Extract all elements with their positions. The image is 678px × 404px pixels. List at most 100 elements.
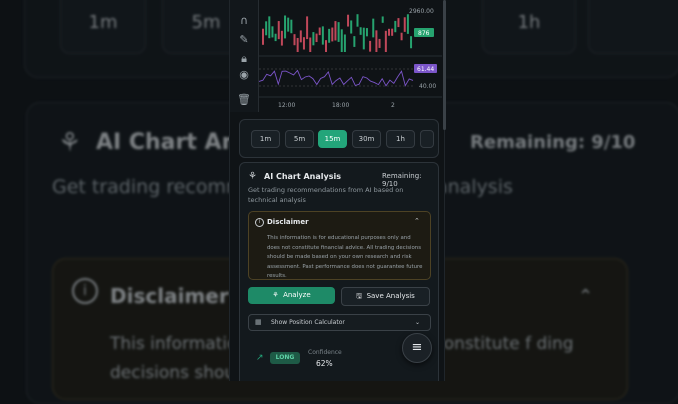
- candle: [306, 16, 309, 40]
- brain-icon: ⚘: [248, 171, 257, 182]
- price-chart[interactable]: 2960.00 876 61.44 40.00 12:00 18:00 2: [258, 0, 442, 112]
- candle: [315, 33, 318, 43]
- candle: [381, 16, 384, 23]
- candles-group: [262, 14, 413, 52]
- candle: [318, 27, 321, 36]
- menu-fab-button[interactable]: ≡: [402, 333, 432, 363]
- time-label-2: 18:00: [332, 102, 349, 109]
- candle: [296, 37, 299, 52]
- candle: [410, 36, 413, 49]
- chart-svg: 2960.00 876 61.44 40.00 12:00 18:00 2: [258, 8, 442, 109]
- candle: [391, 28, 394, 36]
- candle: [356, 14, 359, 27]
- rsi-level-label: 40.00: [419, 83, 436, 90]
- magnet-icon[interactable]: ∩: [236, 14, 252, 28]
- ai-title: AI Chart Analysis: [264, 172, 341, 181]
- brain-small-icon: ⚘: [272, 291, 284, 299]
- candle: [337, 22, 340, 42]
- ruler-icon[interactable]: ✎: [236, 33, 252, 47]
- chevron-up-icon[interactable]: ⌃: [414, 217, 420, 225]
- candle: [388, 28, 390, 36]
- candle: [287, 17, 290, 32]
- save-icon: 🖫︎: [356, 292, 367, 300]
- scrollbar[interactable]: [443, 0, 446, 130]
- candle: [299, 30, 302, 43]
- confidence-label: Confidence: [308, 349, 342, 356]
- tf-button-1m[interactable]: 1m: [251, 130, 280, 148]
- timeframe-selector: 1m 5m 15m 30m 1h: [239, 119, 439, 158]
- drawing-toolbar: ∩ ✎ 🔒︎ ◉ 🗑︎: [230, 0, 259, 112]
- candle: [394, 20, 397, 33]
- tf-button-1h[interactable]: 1h: [386, 130, 415, 148]
- tf-button-30m[interactable]: 30m: [352, 130, 381, 148]
- candle: [362, 27, 365, 50]
- bg-remaining: Remaining: 9/10: [470, 132, 636, 153]
- confidence-value: 62%: [316, 359, 333, 368]
- save-analysis-button[interactable]: 🖫︎ Save Analysis: [341, 287, 430, 306]
- candle: [397, 18, 400, 28]
- chevron-down-icon: ⌄: [415, 319, 421, 326]
- bg-chevron-up-icon: ⌃: [578, 286, 594, 307]
- analyze-button[interactable]: ⚘ Analyze: [248, 287, 335, 304]
- phone-screen: ∩ ✎ 🔒︎ ◉ 🗑︎ 2960.00 876 61.44 40.00 12:0…: [229, 0, 445, 381]
- rsi-tag: 61.44: [417, 66, 434, 73]
- candle: [284, 15, 287, 39]
- bg-tf-1m: 1m: [60, 0, 146, 54]
- candle: [328, 28, 331, 43]
- trash-icon[interactable]: 🗑︎: [236, 93, 252, 107]
- price-top-label: 2960.00: [409, 8, 434, 15]
- price-tag: 876: [418, 30, 430, 37]
- candle: [302, 37, 305, 50]
- eye-icon[interactable]: ◉: [236, 68, 252, 82]
- candle: [406, 14, 409, 34]
- candle: [365, 28, 368, 37]
- candle: [334, 21, 337, 41]
- candle: [280, 30, 283, 46]
- candle: [293, 34, 296, 46]
- bg-info-icon: i: [72, 278, 98, 304]
- candle: [274, 33, 277, 42]
- candle: [378, 38, 381, 48]
- bg-disclaimer-title: Disclaimer: [110, 284, 229, 308]
- candle: [325, 40, 327, 52]
- analyze-label: Analyze: [283, 291, 311, 299]
- tf-button-15m[interactable]: 15m: [318, 130, 347, 148]
- ai-subtitle: Get trading recommendations from AI base…: [248, 186, 404, 204]
- bg-brain-icon: ⚘: [58, 128, 82, 158]
- tf-button-5m[interactable]: 5m: [285, 130, 314, 148]
- calculator-label: Show Position Calculator: [271, 319, 345, 326]
- bg-tf-more: [588, 0, 678, 54]
- bg-tf-1h: 1h: [482, 0, 576, 54]
- candle: [271, 26, 274, 38]
- info-icon: i: [255, 218, 264, 227]
- candle: [350, 20, 353, 34]
- candle: [309, 37, 312, 52]
- trending-up-icon: ↗: [256, 353, 264, 363]
- candle: [375, 30, 378, 52]
- candle: [400, 32, 403, 41]
- candle: [290, 19, 293, 34]
- candle: [265, 21, 268, 36]
- candle: [277, 21, 280, 40]
- lock-icon[interactable]: 🔒︎: [236, 52, 252, 66]
- disclaimer-body: This information is for educational purp…: [267, 235, 423, 279]
- candle: [353, 36, 356, 47]
- candle: [403, 17, 406, 32]
- candle: [262, 28, 264, 45]
- candle: [340, 29, 343, 52]
- disclaimer-title: Disclaimer: [267, 218, 309, 226]
- candle: [321, 26, 324, 45]
- disclaimer-panel[interactable]: i Disclaimer ⌃ This information is for e…: [248, 211, 431, 280]
- tf-button-more[interactable]: [420, 130, 434, 148]
- candle: [359, 27, 362, 35]
- candle: [268, 16, 271, 39]
- candle: [347, 14, 350, 27]
- calculator-icon: ▦: [255, 318, 262, 326]
- candle: [384, 30, 387, 52]
- signal-badge: LONG: [270, 352, 300, 364]
- candle: [331, 27, 334, 42]
- position-calculator-toggle[interactable]: ▦ Show Position Calculator ⌄: [248, 314, 431, 331]
- candle: [343, 34, 346, 52]
- candle: [369, 40, 372, 52]
- save-label: Save Analysis: [366, 292, 415, 300]
